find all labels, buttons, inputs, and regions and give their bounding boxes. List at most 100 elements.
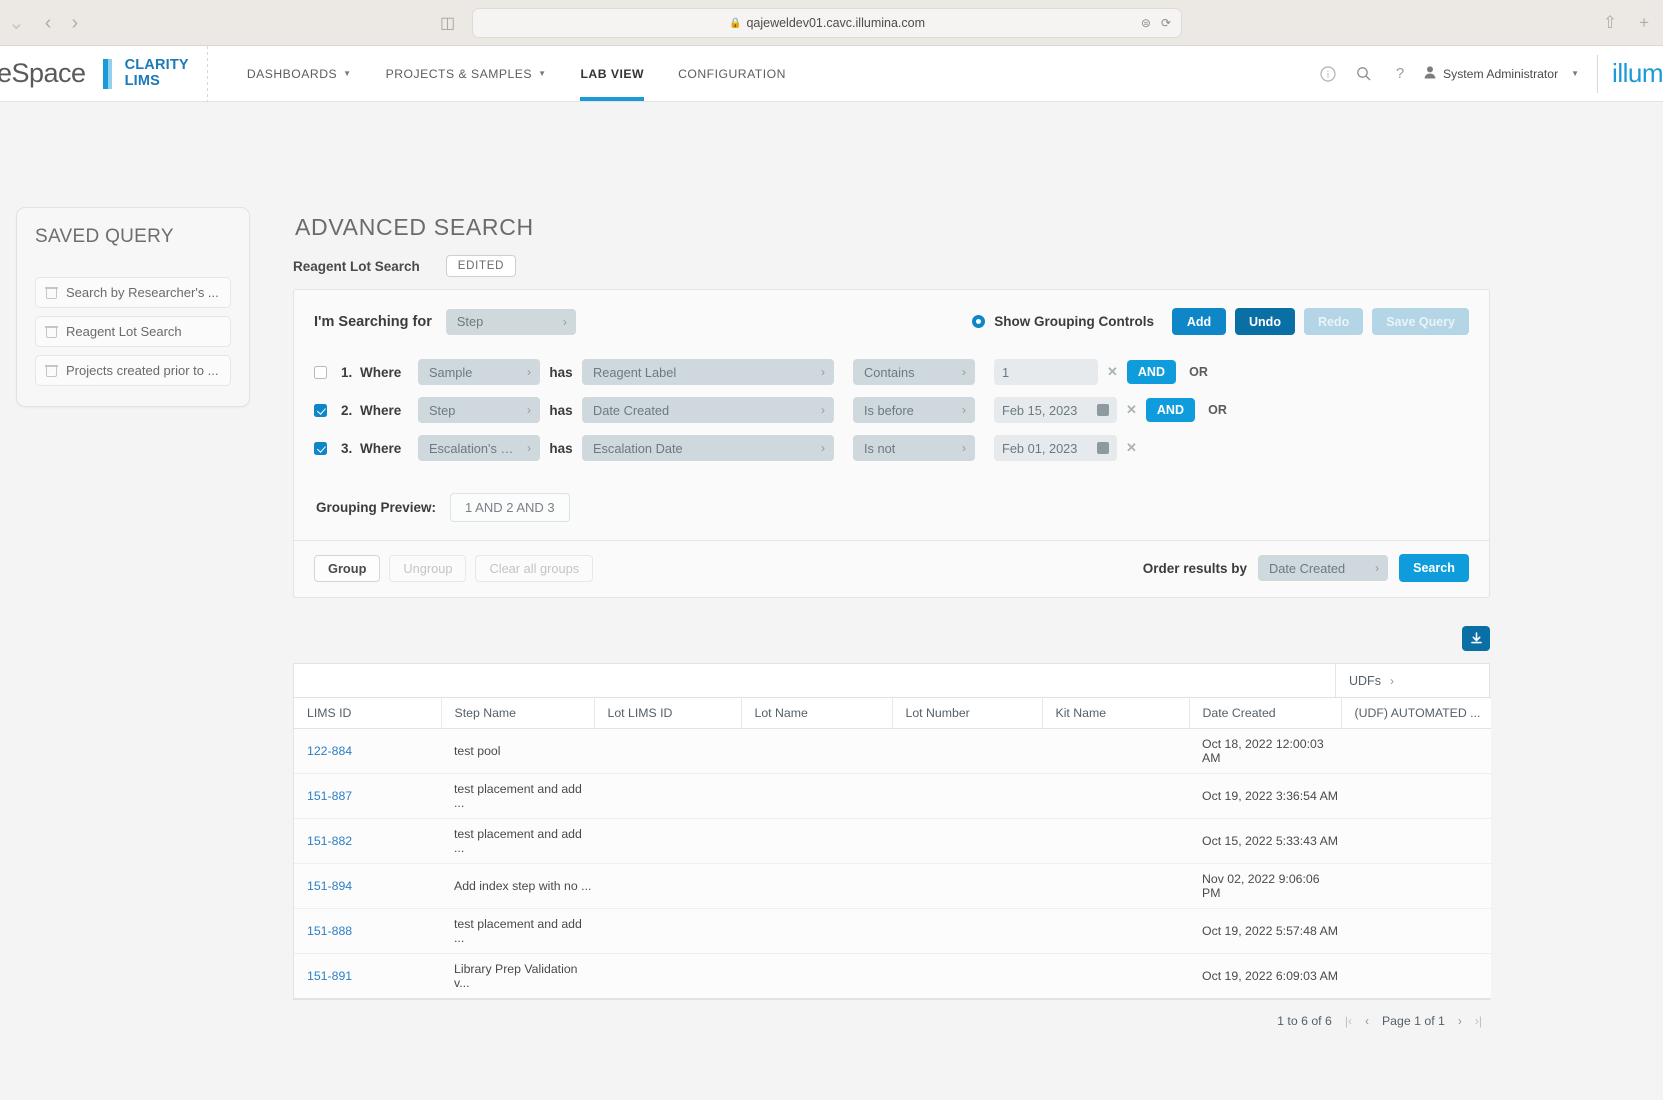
condition-subject-select[interactable]: Step ›	[418, 397, 540, 423]
pagination-page-text: Page 1 of 1	[1382, 1014, 1445, 1028]
cell-lims-id[interactable]: 151-882	[294, 819, 441, 864]
column-header-udf-automated[interactable]: (UDF) AUTOMATED ...	[1341, 698, 1491, 729]
group-button[interactable]: Group	[314, 555, 380, 582]
add-condition-button[interactable]: Add	[1172, 308, 1226, 335]
help-icon[interactable]: ?	[1382, 46, 1418, 102]
saved-query-panel: SAVED QUERY Search by Researcher's ... R…	[16, 207, 250, 407]
column-header-lot-lims-id[interactable]: Lot LIMS ID	[594, 698, 741, 729]
user-menu[interactable]: System Administrator ▼	[1418, 66, 1589, 82]
download-icon[interactable]	[1462, 626, 1490, 651]
condition-operator-value: Contains	[864, 365, 915, 380]
saved-query-item-reagent-lot-search[interactable]: Reagent Lot Search	[35, 316, 231, 347]
back-arrow-icon[interactable]: ‹	[45, 13, 52, 33]
chevron-down-icon: ▼	[538, 69, 546, 78]
address-bar[interactable]: 🔒 qajeweldev01.cavc.illumina.com ⊜ ⟳	[472, 8, 1182, 38]
results-table-body: 122-884 test pool Oct 18, 2022 12:00:03 …	[294, 729, 1491, 999]
condition-field-select[interactable]: Date Created ›	[582, 397, 834, 423]
table-row[interactable]: 151-894 Add index step with no ... Nov 0…	[294, 864, 1491, 909]
condition-logic-and[interactable]: AND	[1146, 398, 1195, 422]
cell-lot-name	[741, 729, 892, 774]
condition-checkbox[interactable]	[314, 442, 327, 455]
cell-kit-name	[1042, 819, 1189, 864]
condition-value-input[interactable]: 1	[994, 359, 1098, 385]
table-row[interactable]: 151-891 Library Prep Validation v... Oct…	[294, 954, 1491, 999]
close-icon[interactable]: ✕	[1126, 402, 1137, 418]
chevron-right-icon: ›	[962, 365, 966, 379]
searching-for-select[interactable]: Step ›	[446, 309, 576, 335]
trash-icon[interactable]	[46, 325, 57, 338]
condition-operator-select[interactable]: Contains ›	[853, 359, 975, 385]
cell-lims-id[interactable]: 151-891	[294, 954, 441, 999]
trash-icon[interactable]	[46, 364, 57, 377]
nav-item-configuration[interactable]: CONFIGURATION	[661, 46, 803, 101]
table-row[interactable]: 151-888 test placement and add ... Oct 1…	[294, 909, 1491, 954]
nav-item-dashboards[interactable]: DASHBOARDS ▼	[230, 46, 369, 101]
column-header-lims-id[interactable]: LIMS ID	[294, 698, 441, 729]
nav-item-lab-view[interactable]: LAB VIEW	[563, 46, 661, 101]
table-header-row: LIMS ID Step Name Lot LIMS ID Lot Name L…	[294, 698, 1491, 729]
cell-lims-id[interactable]: 151-887	[294, 774, 441, 819]
cell-lims-id[interactable]: 151-894	[294, 864, 441, 909]
reload-icon[interactable]: ⟳	[1161, 16, 1171, 30]
panel-bottom-row: Group Ungroup Clear all groups Order res…	[294, 541, 1489, 597]
condition-date-input[interactable]: Feb 01, 2023	[994, 435, 1117, 461]
udf-group-header[interactable]: UDFs ›	[1335, 664, 1489, 697]
cell-lot-number	[892, 864, 1042, 909]
next-page-icon[interactable]: ›	[1458, 1014, 1462, 1028]
saved-query-item-researcher[interactable]: Search by Researcher's ...	[35, 277, 231, 308]
condition-date-input[interactable]: Feb 15, 2023	[994, 397, 1117, 423]
calendar-icon[interactable]	[1097, 442, 1109, 454]
close-icon[interactable]: ✕	[1126, 440, 1137, 456]
search-icon[interactable]	[1346, 46, 1382, 102]
nav-item-projects-samples[interactable]: PROJECTS & SAMPLES ▼	[369, 46, 564, 101]
cell-lims-id[interactable]: 122-884	[294, 729, 441, 774]
condition-checkbox[interactable]	[314, 404, 327, 417]
new-tab-icon[interactable]: +	[1639, 13, 1649, 33]
calendar-icon[interactable]	[1097, 404, 1109, 416]
table-row[interactable]: 151-882 test placement and add ... Oct 1…	[294, 819, 1491, 864]
share-icon[interactable]: ⇧	[1603, 13, 1617, 33]
saved-query-item-projects-created-prior[interactable]: Projects created prior to ...	[35, 355, 231, 386]
cell-step-name: Add index step with no ...	[441, 864, 594, 909]
column-header-lot-name[interactable]: Lot Name	[741, 698, 892, 729]
column-header-lot-number[interactable]: Lot Number	[892, 698, 1042, 729]
order-results-select[interactable]: Date Created ›	[1258, 555, 1388, 581]
column-header-step-name[interactable]: Step Name	[441, 698, 594, 729]
header-divider	[207, 46, 208, 102]
table-row[interactable]: 122-884 test pool Oct 18, 2022 12:00:03 …	[294, 729, 1491, 774]
cell-lot-name	[741, 954, 892, 999]
brand-logo[interactable]: seSpace CLARITY LIMS	[0, 46, 189, 101]
search-button[interactable]: Search	[1399, 554, 1469, 582]
info-icon[interactable]: i	[1310, 46, 1346, 102]
condition-logic-or[interactable]: OR	[1176, 360, 1221, 384]
condition-field-select[interactable]: Reagent Label ›	[582, 359, 834, 385]
undo-button[interactable]: Undo	[1235, 308, 1295, 335]
condition-field-select[interactable]: Escalation Date ›	[582, 435, 834, 461]
last-page-icon[interactable]: ›|	[1475, 1014, 1482, 1028]
table-row[interactable]: 151-887 test placement and add ... Oct 1…	[294, 774, 1491, 819]
column-header-kit-name[interactable]: Kit Name	[1042, 698, 1189, 729]
condition-logic-and[interactable]: AND	[1127, 360, 1176, 384]
prev-page-icon[interactable]: ‹	[1365, 1014, 1369, 1028]
trash-icon[interactable]	[46, 286, 57, 299]
cell-lims-id[interactable]: 151-888	[294, 909, 441, 954]
extensions-icon[interactable]: ⊜	[1141, 16, 1151, 30]
first-page-icon[interactable]: |‹	[1345, 1014, 1352, 1028]
condition-subject-select[interactable]: Sample ›	[418, 359, 540, 385]
tab-overview-icon[interactable]: ⌄	[8, 13, 25, 33]
condition-logic-or[interactable]: OR	[1195, 398, 1240, 422]
condition-operator-select[interactable]: Is not ›	[853, 435, 975, 461]
grouping-preview-row: Grouping Preview: 1 AND 2 AND 3	[294, 477, 1489, 540]
condition-operator-select[interactable]: Is before ›	[853, 397, 975, 423]
sidebar-toggle-icon[interactable]: ◫	[440, 13, 455, 33]
condition-subject-select[interactable]: Escalation's Ev... ›	[418, 435, 540, 461]
brand-basespace-text: seSpace	[0, 58, 86, 89]
page-title: ADVANCED SEARCH	[295, 214, 1493, 241]
column-header-date-created[interactable]: Date Created	[1189, 698, 1341, 729]
show-grouping-controls-toggle[interactable]: Show Grouping Controls	[972, 314, 1154, 329]
condition-where-label: Where	[360, 365, 418, 380]
close-icon[interactable]: ✕	[1107, 364, 1118, 380]
edited-badge: EDITED	[446, 255, 516, 277]
condition-checkbox[interactable]	[314, 366, 327, 379]
forward-arrow-icon[interactable]: ›	[71, 13, 78, 33]
